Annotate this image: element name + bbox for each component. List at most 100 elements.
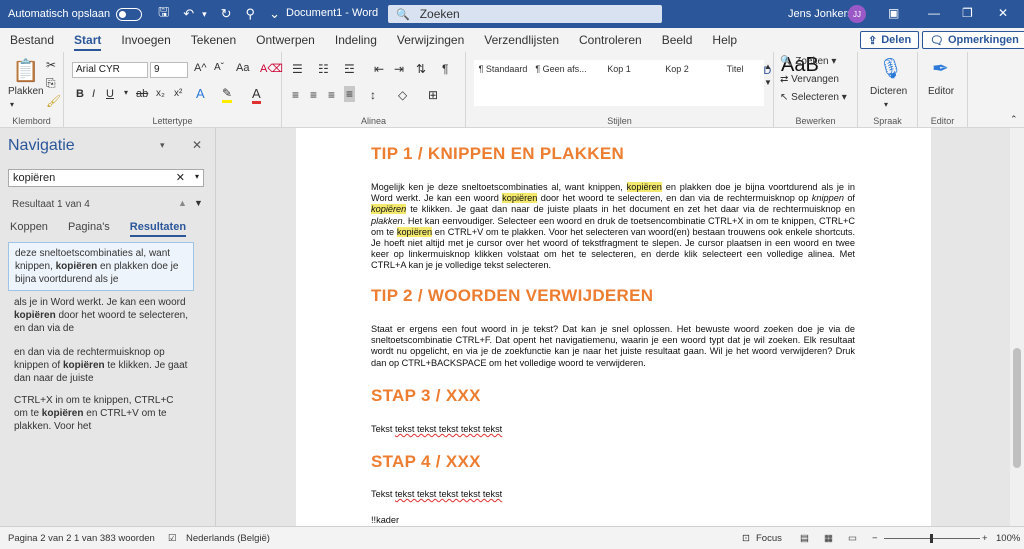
nav-tab-resultaten[interactable]: Resultaten [129, 221, 187, 237]
style-kop1[interactable]: AaBbCc Kop 1 [590, 60, 713, 106]
microphone-icon[interactable]: 🎙 [878, 56, 903, 81]
attach-icon[interactable]: ⚲ [246, 6, 256, 22]
zoom-in-icon[interactable]: + [982, 533, 988, 544]
font-color-icon[interactable]: A [252, 86, 261, 104]
nav-search-input[interactable]: kopiëren ✕ ▾ [8, 169, 204, 187]
vertical-scrollbar[interactable] [1010, 128, 1024, 526]
bullets-icon[interactable]: ☰ [292, 62, 303, 76]
read-mode-icon[interactable]: ▤ [800, 533, 809, 544]
tab-verwijzingen[interactable]: Verwijzingen [389, 28, 472, 52]
zoom-slider-thumb[interactable] [930, 534, 933, 543]
search-dropdown-icon[interactable]: ▾ [195, 172, 199, 181]
style-kop2[interactable]: AaBbCcD Kop 2 [648, 60, 771, 106]
quick-access-more-icon[interactable]: ⌄ [269, 6, 280, 22]
change-case-icon[interactable]: Aa [236, 62, 249, 74]
zoom-out-icon[interactable]: − [872, 533, 878, 544]
numbering-icon[interactable]: ☷ [318, 62, 329, 76]
align-left-icon[interactable]: ≡ [292, 88, 299, 102]
shrink-font-icon[interactable]: Aˇ [214, 62, 224, 73]
tab-ontwerpen[interactable]: Ontwerpen [248, 28, 323, 52]
close-icon[interactable]: ✕ [998, 6, 1008, 20]
nav-options-icon[interactable]: ▾ [160, 140, 165, 151]
status-words[interactable]: 1 van 383 woorden [74, 533, 155, 544]
format-painter-icon[interactable]: 🖌 [46, 94, 61, 108]
multilevel-list-icon[interactable]: ☲ [344, 62, 355, 76]
grow-font-icon[interactable]: A^ [194, 62, 207, 74]
nav-tab-koppen[interactable]: Koppen [10, 221, 48, 237]
focus-icon[interactable]: ⊡ [742, 533, 750, 544]
style-titel[interactable]: AaB Titel [706, 55, 819, 106]
print-layout-icon[interactable]: ▦ [824, 533, 833, 544]
tab-start[interactable]: Start [66, 28, 109, 52]
tab-invoegen[interactable]: Invoegen [113, 28, 178, 52]
proofing-icon[interactable]: ☑ [168, 533, 177, 544]
next-result-icon[interactable]: ▼ [194, 198, 203, 208]
search-result-item[interactable]: CTRL+X in om te knippen, CTRL+C om te ko… [8, 390, 194, 437]
restore-icon[interactable]: ❐ [962, 6, 973, 20]
justify-icon[interactable]: ≡ [344, 86, 356, 102]
align-right-icon[interactable]: ≡ [328, 88, 335, 102]
underline-icon[interactable]: U [106, 88, 114, 100]
styles-scroll-down-icon[interactable]: ▼ [764, 78, 772, 87]
align-center-icon[interactable]: ≡ [310, 88, 317, 102]
copy-icon[interactable]: ⎘ [46, 76, 56, 91]
tab-verzendlijsten[interactable]: Verzendlijsten [476, 28, 567, 52]
tab-beeld[interactable]: Beeld [654, 28, 701, 52]
undo-icon[interactable]: ↶ [183, 6, 194, 22]
paste-label[interactable]: Plakken [8, 86, 44, 97]
prev-result-icon[interactable]: ▲ [178, 198, 187, 208]
minimize-icon[interactable]: — [928, 6, 940, 20]
highlight-icon[interactable]: ✎ [222, 86, 233, 103]
status-language[interactable]: Nederlands (België) [186, 533, 270, 544]
decrease-indent-icon[interactable]: ⇤ [374, 62, 384, 76]
tab-tekenen[interactable]: Tekenen [183, 28, 244, 52]
scrollbar-thumb[interactable] [1013, 348, 1021, 468]
collapse-ribbon-icon[interactable]: ⌃ [1010, 114, 1018, 125]
strikethrough-icon[interactable]: ab [136, 88, 148, 100]
status-focus[interactable]: Focus [756, 533, 782, 544]
clear-search-icon[interactable]: ✕ [176, 171, 185, 184]
line-spacing-icon[interactable]: ↕ [370, 88, 376, 102]
style-geen-afstand[interactable]: AaBbCcDc ¶ Geen afs... [532, 60, 656, 106]
autosave-toggle[interactable] [116, 7, 143, 21]
avatar[interactable]: JJ [848, 5, 866, 23]
clear-format-icon[interactable]: A⌫ [260, 62, 283, 75]
tab-bestand[interactable]: Bestand [2, 28, 62, 52]
paste-dropdown-icon[interactable]: ▾ [10, 100, 14, 109]
comments-button[interactable]: 🗨 Opmerkingen [922, 31, 1024, 49]
search-box[interactable]: 🔍 Zoeken [388, 5, 662, 23]
search-result-item[interactable]: deze sneltoetscombinaties al, want knipp… [8, 242, 194, 291]
nav-tab-paginas[interactable]: Pagina's [68, 221, 110, 237]
tab-controleren[interactable]: Controleren [571, 28, 650, 52]
status-page[interactable]: Pagina 2 van 2 [8, 533, 71, 544]
sort-icon[interactable]: ⇅ [416, 62, 426, 76]
document-page[interactable]: TIP 1 / KNIPPEN EN PLAKKEN Mogelijk ken … [296, 128, 931, 526]
dictate-dropdown-icon[interactable]: ▾ [884, 100, 888, 109]
superscript-icon[interactable]: x² [174, 88, 182, 99]
pilcrow-icon[interactable]: ¶ [442, 62, 448, 76]
redo-icon[interactable]: ↻ [221, 6, 232, 22]
font-size-dropdown[interactable]: 9 [150, 62, 188, 78]
shading-icon[interactable]: ◇ [398, 88, 407, 102]
paste-icon[interactable]: 📋 [12, 58, 39, 84]
bold-icon[interactable]: B [76, 88, 84, 100]
undo-dropdown-icon[interactable]: ▾ [202, 9, 207, 20]
style-standaard[interactable]: AaBbCcDc ¶ Standaard [474, 60, 598, 106]
web-layout-icon[interactable]: ▭ [848, 533, 857, 544]
close-icon[interactable]: ✕ [192, 138, 202, 152]
replace-button[interactable]: ⇄ Vervangen [780, 74, 839, 85]
italic-icon[interactable]: I [92, 88, 95, 100]
editor-label[interactable]: Editor [928, 86, 954, 97]
editor-icon[interactable]: ✒ [932, 56, 949, 81]
find-button[interactable]: 🔍 Zoeken ▾ [780, 56, 836, 67]
search-result-item[interactable]: en dan via de rechtermuisknop op knippen… [8, 342, 194, 389]
text-effects-icon[interactable]: A [196, 86, 205, 101]
save-icon[interactable]: 🖫 [158, 3, 169, 25]
share-button[interactable]: ⇪ Delen [860, 31, 920, 49]
dictate-label[interactable]: Dicteren [870, 86, 907, 97]
increase-indent-icon[interactable]: ⇥ [394, 62, 404, 76]
search-result-item[interactable]: als je in Word werkt. Je kan een woord k… [8, 292, 194, 339]
tab-indeling[interactable]: Indeling [327, 28, 385, 52]
styles-scroll-up-icon[interactable]: ▲ [764, 62, 772, 71]
subscript-icon[interactable]: x₂ [156, 88, 165, 99]
